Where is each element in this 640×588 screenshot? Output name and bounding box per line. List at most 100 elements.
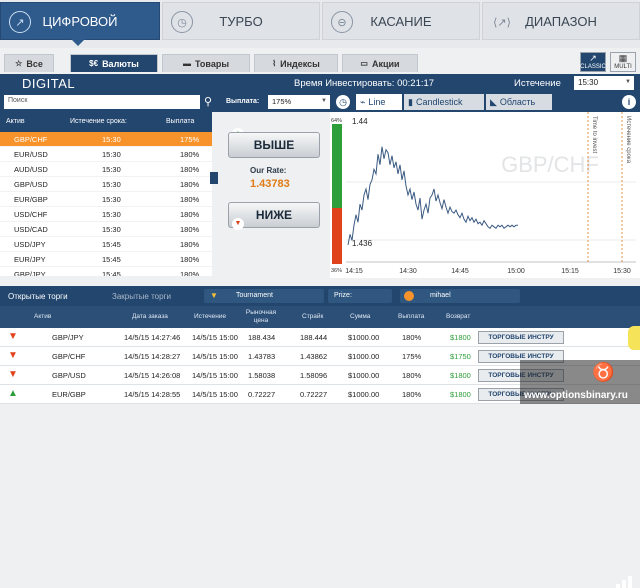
- trade-market: 1.58038: [248, 371, 276, 380]
- invest-timer: Время Инвестировать: 00:21:17: [294, 78, 435, 89]
- tab-range[interactable]: ⟨↗⟩ ДИАПАЗОН: [482, 2, 640, 40]
- asset-row[interactable]: AUD/USD 15:30 180%: [0, 162, 212, 177]
- trade-date: 14/5/15 14:28:55: [124, 390, 181, 399]
- tab-currencies[interactable]: $€ Валюты: [70, 54, 158, 72]
- trade-amount: $1000.00: [348, 390, 380, 399]
- currency-icon: $€: [89, 59, 99, 68]
- payout-select[interactable]: 175%: [268, 95, 330, 109]
- y-label-bottom: 1.436: [352, 239, 373, 248]
- tab-candlestick[interactable]: ▮ Candlestick: [404, 94, 484, 110]
- asset-row[interactable]: EUR/JPY 15:45 180%: [0, 252, 212, 267]
- tournament-box[interactable]: ▼ Tournament: [204, 289, 324, 303]
- tab-stocks[interactable]: ▭ Акции: [342, 54, 418, 72]
- asset-row[interactable]: GBP/USD 15:30 180%: [0, 177, 212, 192]
- tab-closed-trades[interactable]: Закрытые торги: [112, 292, 171, 301]
- trade-payout: 180%: [402, 371, 422, 380]
- tab-touch[interactable]: ⊖ КАСАНИЕ: [322, 2, 480, 40]
- classic-view-button[interactable]: ↗ CLASSIC: [580, 52, 606, 72]
- trade-asset: GBP/CHF: [52, 352, 86, 361]
- tab-all-label: Все: [26, 58, 43, 69]
- trade-payout: 180%: [402, 390, 422, 399]
- asset-row[interactable]: GBP/CHF 15:30 175%: [0, 132, 212, 147]
- user-box[interactable]: mihael: [400, 289, 520, 303]
- info-icon[interactable]: i: [622, 95, 636, 109]
- time-to-invest-label: Time to invest: [591, 116, 597, 153]
- clock-icon[interactable]: ◷: [336, 95, 350, 109]
- asset-row-expiry: 15:30: [102, 135, 121, 144]
- tab-indices-label: Индексы: [280, 58, 320, 69]
- trade-market: 1.43783: [248, 352, 276, 361]
- col-expiry[interactable]: Истечение срока:: [70, 118, 127, 125]
- asset-row-asset: USD/JPY: [14, 240, 46, 249]
- trades-columns: Актив Дата заказа Истечение Рыночная цен…: [0, 306, 640, 328]
- col-asset[interactable]: Актив: [6, 118, 25, 125]
- search-icon[interactable]: ⚲: [204, 95, 212, 108]
- tab-line-chart[interactable]: ⌁ Line: [356, 94, 402, 110]
- tab-commodities[interactable]: ▬ Товары: [162, 54, 250, 72]
- mode-title: DIGITAL: [22, 76, 76, 91]
- prize-box: Prize:: [328, 289, 392, 303]
- asset-row-asset: USD/CAD: [14, 225, 48, 234]
- trade-payout: 180%: [402, 333, 422, 342]
- asset-row-payout: 180%: [180, 210, 200, 219]
- trade-ret: $1800: [450, 333, 471, 342]
- tab-area-chart[interactable]: ◣ Область: [486, 94, 552, 110]
- asset-row-payout: 180%: [180, 270, 200, 276]
- asset-row-asset: GBP/USD: [14, 180, 48, 189]
- trade-strike: 1.58096: [300, 371, 328, 380]
- expiry-label: Истечение: [514, 78, 561, 89]
- asset-row-expiry: 15:30: [102, 150, 121, 159]
- tab-turbo[interactable]: ◷ ТУРБО: [162, 2, 320, 40]
- asset-row[interactable]: USD/CAD 15:30 180%: [0, 222, 212, 237]
- trade-asset: GBP/USD: [52, 371, 86, 380]
- tab-line-label: Line: [368, 97, 386, 107]
- asset-row[interactable]: EUR/GBP 15:30 180%: [0, 192, 212, 207]
- price-line: [347, 146, 518, 245]
- tab-open-trades[interactable]: Открытые торги: [8, 292, 68, 301]
- chart-up-icon: ↗: [9, 11, 31, 33]
- asset-row-payout: 175%: [180, 135, 200, 144]
- col-payout: Выплата: [398, 313, 425, 320]
- scroll-marker[interactable]: [210, 172, 218, 184]
- trade-strike: 0.72227: [300, 390, 328, 399]
- commodity-icon: ▬: [182, 59, 191, 68]
- tab-range-label: ДИАПАЗОН: [525, 13, 597, 29]
- signal-bars-icon[interactable]: [616, 576, 636, 588]
- x-tick-label: 15:00: [507, 268, 525, 275]
- asset-list: Актив Истечение срока: Выплата GBP/CHF 15…: [0, 112, 212, 276]
- tab-indices[interactable]: ⌇ Индексы: [254, 54, 338, 72]
- trading-tools-button[interactable]: ТОРГОВЫЕ ИНСТРУ: [478, 331, 564, 344]
- asset-row[interactable]: GBP/JPY 15:45 180%: [0, 267, 212, 276]
- asset-row[interactable]: EUR/USD 15:30 180%: [0, 147, 212, 162]
- price-chart[interactable]: 64% 36% GBP/CHF 1.44 1.436 Time to inves…: [330, 112, 640, 278]
- asset-row-asset: EUR/USD: [14, 150, 48, 159]
- expiry-select[interactable]: 15:30: [574, 76, 634, 90]
- site-watermark: ♉ www.optionsbinary.ru: [520, 360, 640, 404]
- asset-row[interactable]: USD/CHF 15:30 180%: [0, 207, 212, 222]
- higher-button[interactable]: ВЫШЕ: [228, 132, 320, 158]
- asset-row[interactable]: USD/JPY 15:45 180%: [0, 237, 212, 252]
- stocks-icon: ▭: [360, 59, 368, 68]
- sentiment-up-pct: 64%: [331, 118, 342, 124]
- asset-row-expiry: 15:30: [102, 210, 121, 219]
- sentiment-down-pct: 36%: [331, 268, 342, 274]
- trade-ret: $1800: [450, 371, 471, 380]
- trade-row[interactable]: ▼ GBP/JPY 14/5/15 14:27:46 14/5/15 15:00 188…: [0, 328, 640, 347]
- coin-icon: [404, 291, 414, 301]
- trade-panel: ▲ ВЫШЕ Our Rate: 1.43783 НИЖЕ ▼: [222, 120, 326, 270]
- trade-strike: 188.444: [300, 333, 328, 342]
- trades-header: Открытые торги Закрытые торги ▼ Tourname…: [0, 286, 640, 588]
- scroll-handle[interactable]: [628, 326, 640, 350]
- multi-view-button[interactable]: ▦ MULTI: [610, 52, 636, 72]
- top-tab-bar: ↗ ЦИФРОВОЙ ◷ ТУРБО ⊖ КАСАНИЕ ⟨↗⟩ ДИАПАЗО…: [0, 0, 640, 48]
- prize-label: Prize:: [334, 292, 352, 299]
- tab-digital[interactable]: ↗ ЦИФРОВОЙ: [0, 2, 160, 46]
- tab-all[interactable]: ☆ Все: [4, 54, 54, 72]
- search-input[interactable]: Поиск: [4, 95, 200, 109]
- asset-row-asset: USD/CHF: [14, 210, 48, 219]
- range-icon: ⟨↗⟩: [493, 16, 511, 29]
- col-payout[interactable]: Выплата: [166, 118, 194, 125]
- x-tick-label: 14:45: [451, 268, 469, 275]
- area-chart-icon: ◣: [490, 96, 497, 107]
- multi-label: MULTI: [614, 64, 632, 70]
